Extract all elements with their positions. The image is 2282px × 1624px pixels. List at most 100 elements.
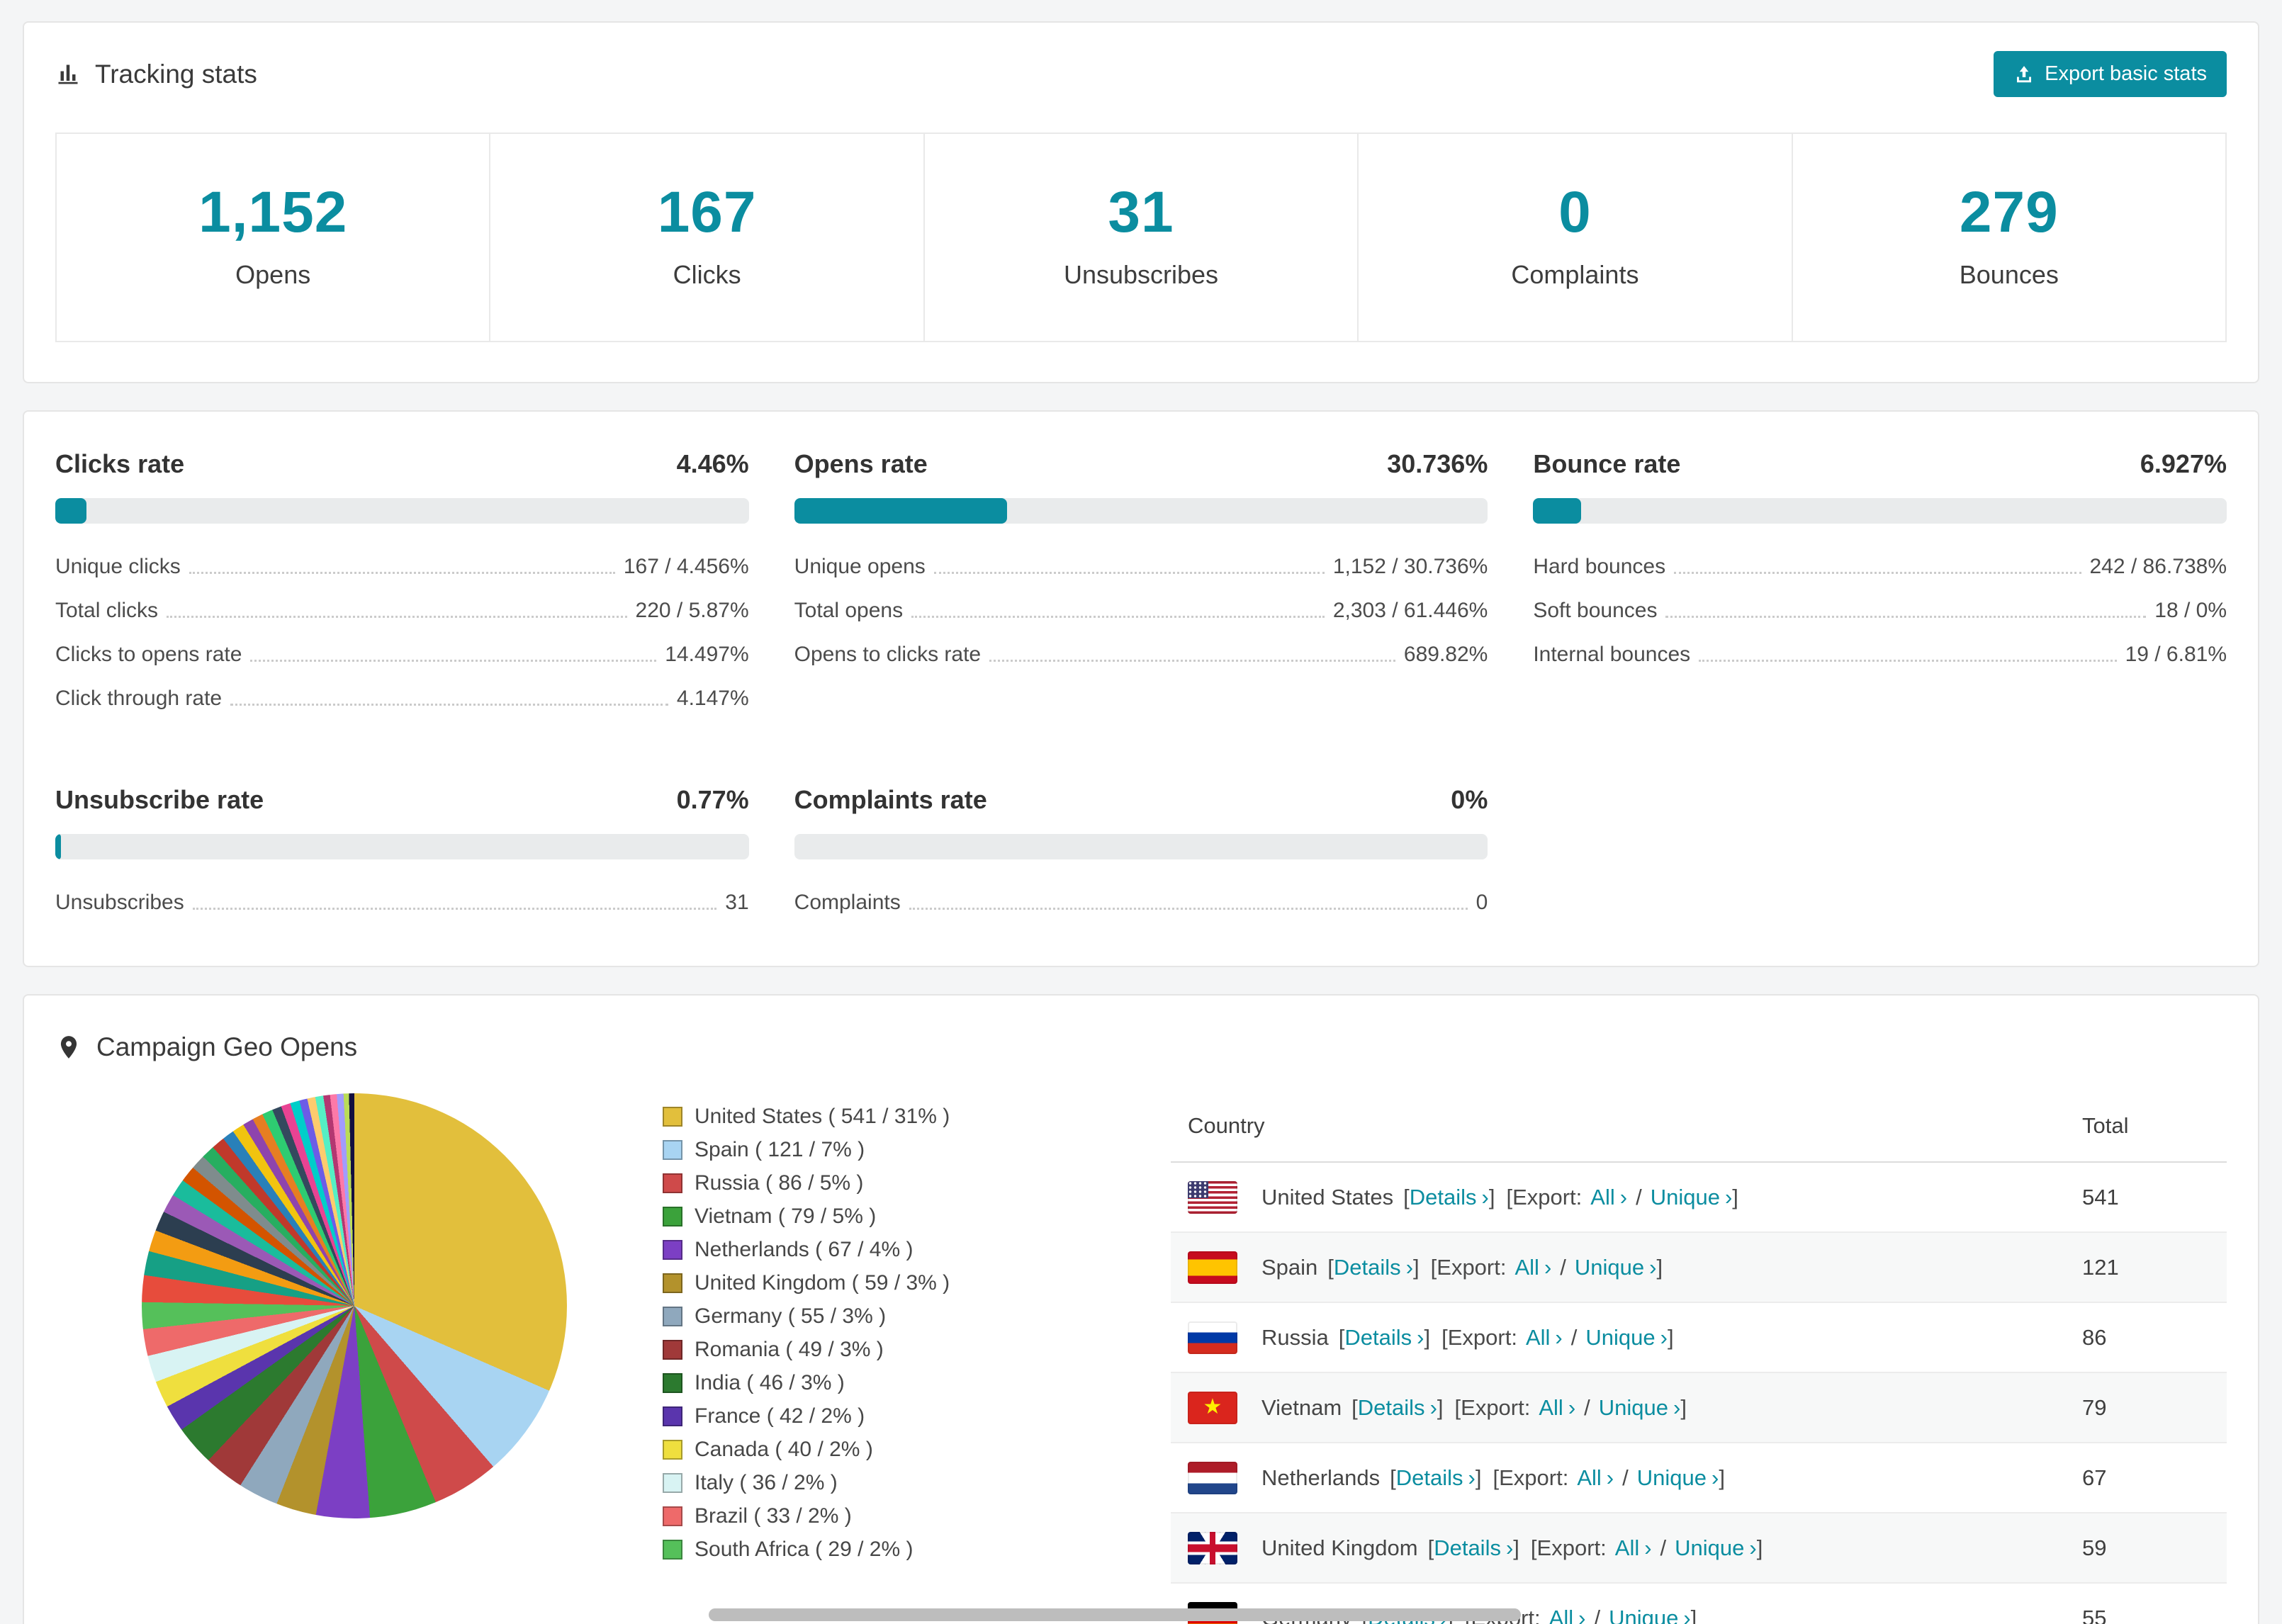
pie-legend: United States ( 541 / 31% ) Spain ( 121 …: [663, 1093, 950, 1562]
details-link[interactable]: Details: [1344, 1325, 1424, 1350]
rates-card: Clicks rate 4.46% Unique clicks 167 / 4.…: [23, 410, 2259, 967]
rate-title: Clicks rate: [55, 449, 185, 478]
stat-row-label: Complaints: [794, 891, 901, 914]
legend-color-swatch: [663, 1240, 682, 1260]
export-all-link[interactable]: All: [1514, 1255, 1551, 1280]
stat-value: 1,152: [198, 180, 348, 244]
geo-pie-chart: [142, 1093, 567, 1518]
legend-color-swatch: [663, 1440, 682, 1460]
legend-item: Germany ( 55 / 3% ): [663, 1304, 950, 1329]
country-total: 79: [2082, 1394, 2107, 1420]
legend-item: Brazil ( 33 / 2% ): [663, 1504, 950, 1528]
stat-row-value: 167 / 4.456%: [623, 555, 749, 578]
table-row: Russia [Details] [Export:All/Unique] 86: [1171, 1303, 2227, 1373]
country-total: 86: [2082, 1324, 2107, 1350]
export-all-link[interactable]: All: [1539, 1395, 1575, 1421]
legend-label: Spain ( 121 / 7% ): [695, 1138, 865, 1161]
export-button-label: Export basic stats: [2045, 62, 2207, 85]
stat-row: Soft bounces 18 / 0%: [1533, 589, 2227, 633]
rate-rows: Unique opens 1,152 / 30.736% Total opens…: [794, 545, 1488, 677]
details-link[interactable]: Details: [1358, 1395, 1437, 1421]
column-header-total: Total: [2082, 1113, 2129, 1138]
legend-label: Vietnam ( 79 / 5% ): [695, 1205, 877, 1228]
rate-block: Bounce rate 6.927% Hard bounces 242 / 86…: [1533, 449, 2227, 721]
stat-row-label: Total clicks: [55, 599, 159, 622]
rate-block: Unsubscribe rate 0.77% Unsubscribes 31: [55, 784, 749, 925]
stat-row-value: 4.147%: [676, 687, 749, 710]
rate-rows: Unsubscribes 31: [55, 881, 749, 925]
dotted-leader: [230, 704, 668, 706]
legend-color-swatch: [663, 1273, 682, 1293]
stat-value: 167: [657, 180, 757, 244]
legend-label: South Africa ( 29 / 2% ): [695, 1538, 914, 1561]
country-total: 541: [2082, 1184, 2119, 1209]
export-unique-link[interactable]: Unique: [1609, 1606, 1691, 1624]
stat-row: Opens to clicks rate 689.82%: [794, 633, 1488, 677]
progress-bar: [794, 498, 1488, 524]
export-unique-link[interactable]: Unique: [1575, 1255, 1657, 1280]
country-total: 121: [2082, 1254, 2119, 1280]
export-unique-link[interactable]: Unique: [1599, 1395, 1681, 1421]
export-all-link[interactable]: All: [1590, 1185, 1627, 1210]
export-all-link[interactable]: All: [1615, 1535, 1652, 1561]
export-unique-link[interactable]: Unique: [1675, 1535, 1757, 1561]
export-unique-link[interactable]: Unique: [1637, 1465, 1719, 1491]
export-all-link[interactable]: All: [1577, 1465, 1614, 1491]
export-unique-link[interactable]: Unique: [1585, 1325, 1668, 1350]
country-total: 67: [2082, 1465, 2107, 1490]
rate-rows: Complaints 0: [794, 881, 1488, 925]
progress-bar: [55, 498, 749, 524]
stat-value: 279: [1959, 180, 2059, 244]
dotted-leader: [989, 660, 1395, 662]
tracking-stats-page: Tracking stats Export basic stats 1,152 …: [0, 0, 2282, 1624]
rate-value: 4.46%: [676, 449, 749, 478]
stat-row-label: Click through rate: [55, 687, 223, 710]
dotted-leader: [192, 908, 717, 910]
export-label: Export:: [1437, 1254, 1507, 1280]
export-all-link[interactable]: All: [1549, 1606, 1586, 1624]
progress-bar-fill: [794, 498, 1008, 524]
column-header-country: Country: [1188, 1113, 1265, 1138]
country-name: Netherlands: [1261, 1465, 1381, 1490]
tracking-stats-card: Tracking stats Export basic stats 1,152 …: [23, 21, 2259, 383]
country-flag-icon: [1188, 1531, 1237, 1564]
dotted-leader: [1699, 660, 2117, 662]
table-row: Netherlands [Details] [Export:All/Unique…: [1171, 1443, 2227, 1513]
legend-color-swatch: [663, 1340, 682, 1360]
geo-table: Country Total United States [Details] [E…: [1171, 1093, 2227, 1624]
details-link[interactable]: Details: [1410, 1185, 1489, 1210]
stat-row-label: Hard bounces: [1533, 555, 1666, 578]
rate-title: Opens rate: [794, 449, 928, 478]
legend-label: Canada ( 40 / 2% ): [695, 1438, 873, 1461]
stat-label: Unsubscribes: [1063, 260, 1219, 289]
export-all-link[interactable]: All: [1526, 1325, 1563, 1350]
horizontal-scrollbar-thumb[interactable]: [709, 1608, 1521, 1621]
stat-box: 167 Clicks: [489, 134, 923, 341]
stat-row-label: Unique clicks: [55, 555, 181, 578]
export-unique-link[interactable]: Unique: [1651, 1185, 1733, 1210]
stat-row: Click through rate 4.147%: [55, 677, 749, 721]
geo-table-header: Country Total: [1171, 1093, 2227, 1163]
geo-table-body: United States [Details] [Export:All/Uniq…: [1171, 1163, 2227, 1624]
legend-label: United Kingdom ( 59 / 3% ): [695, 1271, 950, 1295]
legend-color-swatch: [663, 1540, 682, 1560]
export-basic-stats-button[interactable]: Export basic stats: [1994, 51, 2227, 97]
stat-row-value: 242 / 86.738%: [2089, 555, 2227, 578]
legend-item: South Africa ( 29 / 2% ): [663, 1538, 950, 1562]
table-row: Spain [Details] [Export:All/Unique] 121: [1171, 1233, 2227, 1303]
legend-item: France ( 42 / 2% ): [663, 1404, 950, 1428]
export-label: Export:: [1447, 1324, 1517, 1350]
details-link[interactable]: Details: [1434, 1535, 1513, 1561]
legend-item: United Kingdom ( 59 / 3% ): [663, 1271, 950, 1295]
legend-item: India ( 46 / 3% ): [663, 1371, 950, 1395]
dotted-leader: [189, 572, 615, 574]
stats-strip: 1,152 Opens 167 Clicks 31 Unsubscribes 0…: [55, 132, 2227, 342]
stat-row: Total opens 2,303 / 61.446%: [794, 589, 1488, 633]
details-link[interactable]: Details: [1396, 1465, 1476, 1491]
stat-row: Clicks to opens rate 14.497%: [55, 633, 749, 677]
rate-title: Bounce rate: [1533, 449, 1681, 478]
legend-color-swatch: [663, 1207, 682, 1227]
stat-row: Total clicks 220 / 5.87%: [55, 589, 749, 633]
legend-color-swatch: [663, 1373, 682, 1393]
details-link[interactable]: Details: [1334, 1255, 1413, 1280]
